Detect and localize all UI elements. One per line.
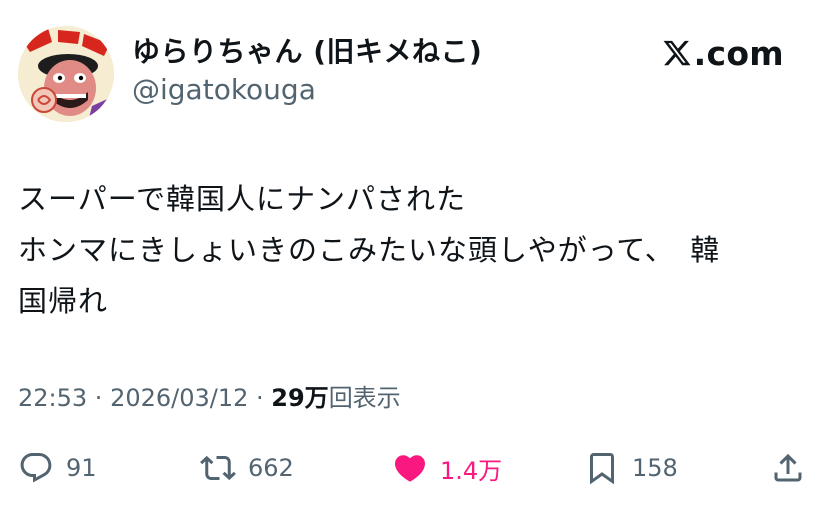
reply-icon	[20, 453, 52, 483]
bookmark-button[interactable]: 158	[584, 446, 678, 490]
views-count[interactable]: 29万	[271, 384, 328, 412]
tweet-meta: 22:53 · 2026/03/12 · 29万回表示	[18, 378, 401, 413]
x-logo-icon	[663, 40, 691, 66]
reply-button[interactable]: 91	[18, 446, 97, 490]
meta-separator: ·	[87, 384, 111, 412]
meta-separator: ·	[248, 384, 272, 412]
tweet-text-line: 国帰れ	[18, 284, 109, 318]
bookmark-icon	[590, 453, 614, 485]
share-icon	[774, 453, 802, 482]
reply-count: 91	[66, 454, 97, 482]
repost-button[interactable]: 662	[200, 446, 294, 490]
tweet-text-line: ホンマにきしょいきのこみたいな頭しやがって、 韓	[18, 233, 721, 267]
avatar-image	[18, 26, 114, 122]
tweet-date[interactable]: 2026/03/12	[110, 384, 248, 412]
tweet-time[interactable]: 22:53	[18, 384, 87, 412]
like-button[interactable]: 1.4万	[392, 446, 502, 490]
heart-icon	[394, 455, 426, 482]
author-display-name[interactable]: ゆらりちゃん (旧キメねこ)	[132, 30, 482, 70]
repost-count: 662	[248, 454, 294, 482]
repost-icon	[200, 455, 236, 481]
x-com-domain: .com	[693, 33, 784, 73]
like-count: 1.4万	[440, 456, 503, 485]
tweet-text: スーパーで韓国人にナンパされた ホンマにきしょいきのこみたいな頭しやがって、 韓…	[18, 174, 810, 327]
avatar[interactable]	[18, 26, 114, 122]
action-bar: 91 662 1.4万 158	[18, 446, 810, 490]
bookmark-count: 158	[632, 454, 678, 482]
share-button[interactable]	[770, 446, 806, 490]
views-label[interactable]: 回表示	[329, 384, 401, 412]
x-com-logo: .com	[662, 33, 784, 73]
author-handle[interactable]: @igatokouga	[132, 73, 316, 106]
tweet-text-line: スーパーで韓国人にナンパされた	[18, 182, 466, 216]
